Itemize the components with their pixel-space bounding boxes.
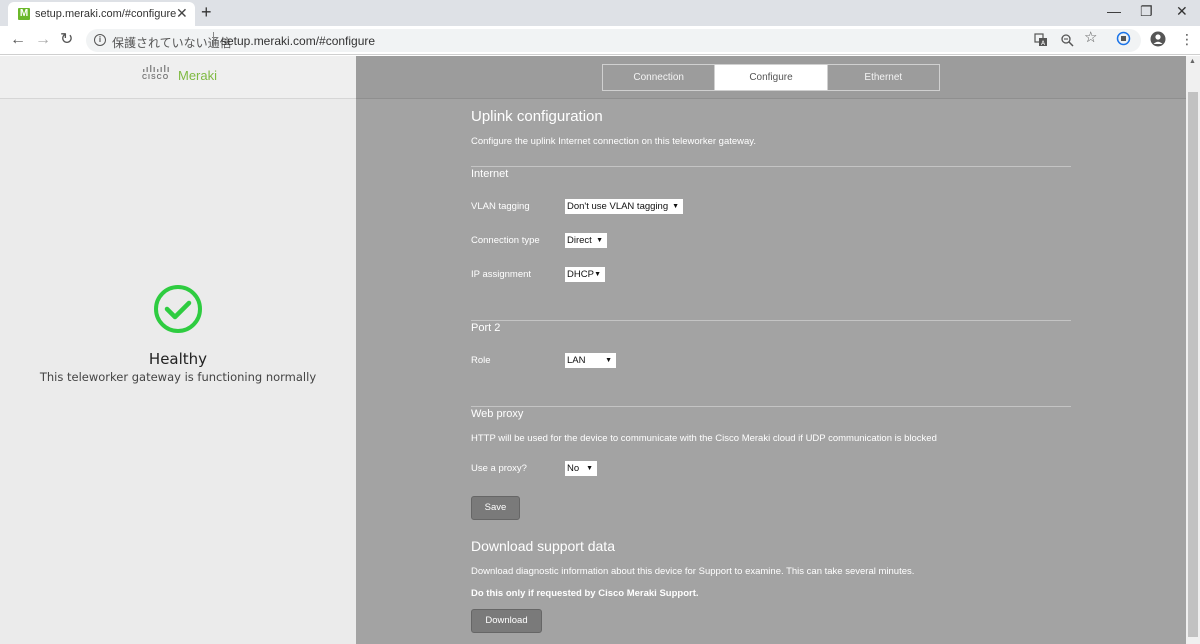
menu-icon[interactable]: ⋮	[1180, 31, 1194, 47]
tab-close-icon[interactable]: ✕	[176, 6, 188, 20]
ip-assignment-label: IP assignment	[471, 269, 532, 280]
download-button[interactable]: Download	[471, 609, 542, 633]
new-tab-icon[interactable]: +	[201, 3, 212, 21]
scroll-up-icon[interactable]: ▲	[1189, 58, 1196, 65]
use-proxy-select[interactable]: No ▼	[565, 461, 597, 476]
main-header: Connection Configure Ethernet	[356, 56, 1186, 99]
tab-configure[interactable]: Configure	[714, 65, 827, 90]
role-value: LAN	[567, 355, 586, 366]
use-proxy-label: Use a proxy?	[471, 463, 527, 474]
internet-heading: Internet	[471, 168, 509, 180]
divider	[471, 166, 1071, 167]
health-status-description: This teleworker gateway is functioning n…	[39, 370, 317, 384]
uplink-title: Uplink configuration	[471, 108, 603, 125]
info-icon[interactable]: i	[94, 34, 106, 46]
connection-type-value: Direct	[567, 235, 592, 246]
forward-icon[interactable]: →	[35, 31, 51, 49]
reload-icon[interactable]: ↻	[60, 31, 73, 49]
use-proxy-value: No	[567, 463, 580, 474]
back-icon[interactable]: ←	[10, 31, 26, 49]
uplink-description: Configure the uplink Internet connection…	[471, 136, 756, 147]
role-select[interactable]: LAN ▼	[565, 353, 616, 368]
window-close-icon[interactable]: ✕	[1176, 4, 1188, 18]
support-description: Download diagnostic information about th…	[471, 566, 915, 577]
web-proxy-description: HTTP will be used for the device to comm…	[471, 433, 937, 444]
tab-ethernet[interactable]: Ethernet	[826, 65, 939, 90]
dropdown-arrow-icon: ▼	[596, 237, 603, 244]
brand-header: CISCO Meraki	[0, 56, 356, 99]
health-status-title: Healthy	[148, 350, 208, 368]
status-sidebar: CISCO Meraki Healthy This teleworker gat…	[0, 56, 356, 644]
vlan-tagging-value: Don't use VLAN tagging	[567, 201, 669, 212]
save-button[interactable]: Save	[471, 496, 520, 520]
dropdown-arrow-icon: ▼	[672, 203, 679, 210]
page-scrollbar[interactable]: ▲	[1186, 56, 1200, 644]
ip-assignment-value: DHCP	[567, 269, 594, 280]
connection-type-label: Connection type	[471, 235, 540, 246]
dropdown-arrow-icon: ▼	[605, 357, 612, 364]
tab-title: setup.meraki.com/#configure	[35, 8, 177, 20]
tab-connection[interactable]: Connection	[603, 65, 714, 90]
web-proxy-heading: Web proxy	[471, 408, 524, 420]
main-content: Connection Configure Ethernet Uplink con…	[356, 56, 1186, 644]
profile-icon[interactable]	[1150, 31, 1166, 50]
browser-tab[interactable]: M setup.meraki.com/#configure ✕	[8, 2, 195, 26]
star-icon[interactable]: ☆	[1084, 30, 1097, 45]
connection-type-select[interactable]: Direct ▼	[565, 233, 607, 248]
cisco-wordmark: CISCO	[142, 74, 170, 81]
extension-icon[interactable]	[1116, 31, 1131, 49]
page-tabs: Connection Configure Ethernet	[602, 64, 940, 91]
meraki-favicon-icon: M	[18, 8, 30, 20]
minimize-icon[interactable]: —	[1107, 4, 1121, 18]
browser-toolbar: ← → ↻ i 保護されていない通信 setup.meraki.com/#con…	[0, 26, 1200, 55]
divider	[471, 320, 1071, 321]
address-bar[interactable]: i 保護されていない通信 setup.meraki.com/#configure…	[86, 29, 1141, 52]
port2-heading: Port 2	[471, 322, 501, 334]
vlan-tagging-select[interactable]: Don't use VLAN tagging ▼	[565, 199, 683, 214]
zoom-icon[interactable]	[1060, 33, 1074, 50]
url-text[interactable]: setup.meraki.com/#configure	[221, 34, 375, 48]
translate-icon[interactable]: A	[1034, 33, 1048, 50]
role-label: Role	[471, 355, 491, 366]
support-title: Download support data	[471, 538, 615, 554]
meraki-wordmark: Meraki	[178, 68, 218, 83]
support-note: Do this only if requested by Cisco Merak…	[471, 588, 699, 599]
divider	[471, 406, 1071, 407]
restore-icon[interactable]: ❐	[1140, 4, 1153, 18]
cisco-logo: CISCO	[142, 65, 172, 81]
healthy-check-icon	[153, 284, 203, 334]
url-separator	[213, 32, 214, 48]
scroll-thumb[interactable]	[1188, 92, 1198, 637]
tab-strip: M setup.meraki.com/#configure ✕ + — ❐ ✕	[0, 0, 1200, 26]
dropdown-arrow-icon: ▼	[594, 271, 601, 278]
ip-assignment-select[interactable]: DHCP ▼	[565, 267, 605, 282]
dropdown-arrow-icon: ▼	[586, 465, 593, 472]
vlan-tagging-label: VLAN tagging	[471, 201, 530, 212]
